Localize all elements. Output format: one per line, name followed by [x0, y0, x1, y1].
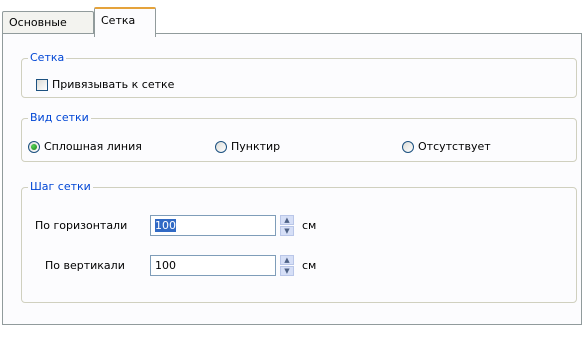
- tab-basic[interactable]: Основные: [2, 11, 94, 34]
- settings-dialog: Основные Сетка Сетка Привязывать к сетке…: [0, 0, 587, 337]
- radio-dotted[interactable]: Пунктир: [215, 140, 280, 153]
- radio-none[interactable]: Отсутствует: [402, 140, 491, 153]
- horizontal-spin-up-icon[interactable]: ▲: [280, 215, 294, 225]
- horizontal-step-unit: см: [302, 219, 317, 232]
- vertical-step-spinner[interactable]: ▲ ▼: [280, 255, 294, 276]
- vertical-step-value: 100: [155, 259, 176, 272]
- tab-panel-grid: Сетка Привязывать к сетке Вид сетки Спло…: [2, 33, 582, 325]
- horizontal-step-value: 100: [155, 219, 176, 232]
- radio-solid-line-button[interactable]: [28, 140, 40, 153]
- radio-none-button[interactable]: [402, 140, 414, 153]
- horizontal-spin-down-icon[interactable]: ▼: [280, 226, 294, 236]
- snap-to-grid-label[interactable]: Привязывать к сетке: [52, 78, 174, 91]
- grid-step-group: Шаг сетки По горизонтали 100 ▲ ▼ см По в…: [21, 180, 577, 303]
- tab-grid[interactable]: Сетка: [94, 7, 156, 37]
- snap-to-grid-checkbox[interactable]: [36, 78, 48, 91]
- vertical-spin-up-icon[interactable]: ▲: [280, 255, 294, 265]
- radio-dotted-label[interactable]: Пунктир: [231, 140, 280, 153]
- radio-none-label[interactable]: Отсутствует: [418, 140, 491, 153]
- grid-group-title: Сетка: [28, 51, 67, 65]
- vertical-spin-down-icon[interactable]: ▼: [280, 266, 294, 276]
- snap-to-grid-row[interactable]: Привязывать к сетке: [36, 78, 174, 91]
- grid-step-group-title: Шаг сетки: [28, 180, 93, 194]
- grid-group: Сетка Привязывать к сетке: [21, 51, 577, 98]
- vertical-step-label: По вертикали: [45, 259, 125, 272]
- horizontal-step-input[interactable]: 100: [150, 215, 276, 236]
- grid-type-group-title: Вид сетки: [28, 111, 91, 125]
- grid-type-group: Вид сетки Сплошная линия Пунктир Отсутст…: [21, 111, 577, 162]
- radio-solid-line[interactable]: Сплошная линия: [28, 140, 142, 153]
- radio-solid-line-label[interactable]: Сплошная линия: [44, 140, 142, 153]
- radio-dotted-button[interactable]: [215, 140, 227, 153]
- horizontal-step-spinner[interactable]: ▲ ▼: [280, 215, 294, 236]
- tab-strip: Основные Сетка: [2, 6, 582, 37]
- vertical-step-input[interactable]: 100: [150, 255, 276, 276]
- horizontal-step-label: По горизонтали: [35, 219, 128, 232]
- vertical-step-unit: см: [302, 259, 317, 272]
